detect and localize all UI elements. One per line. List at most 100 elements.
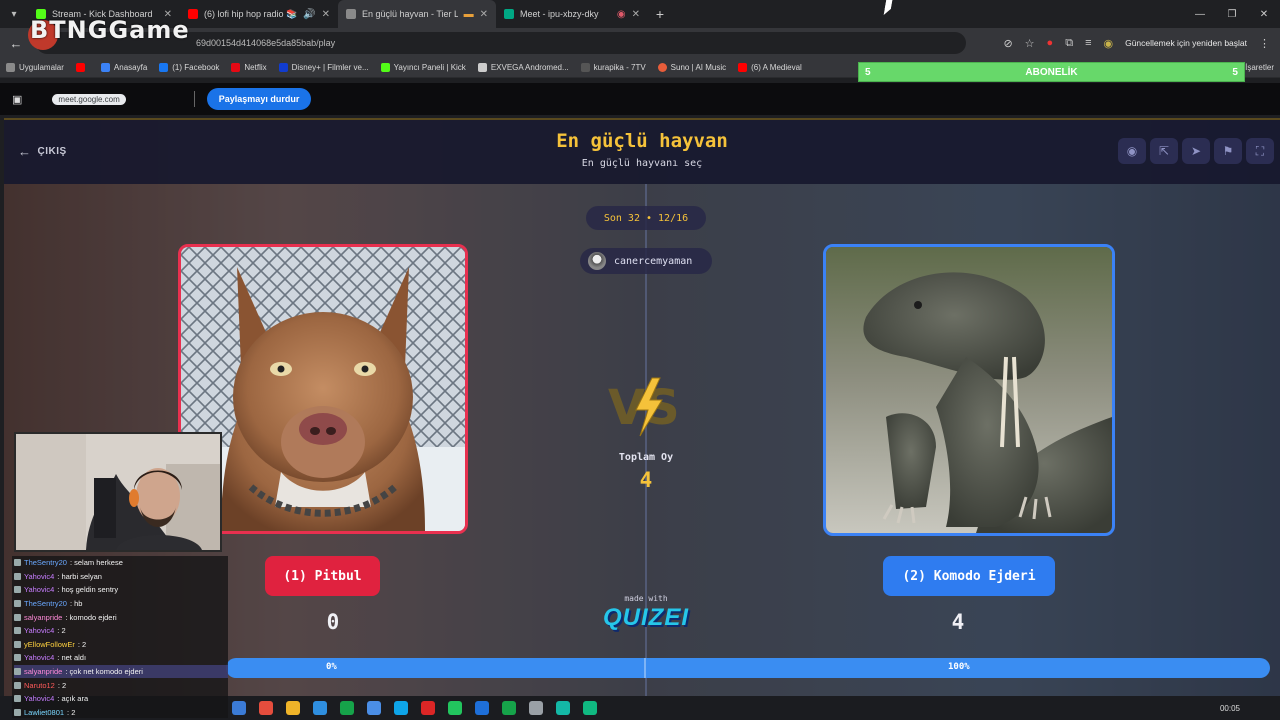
close-tab-icon[interactable]: ✕	[632, 9, 640, 20]
media-icon[interactable]: ≡	[1085, 37, 1091, 49]
close-window-icon[interactable]: ✕	[1248, 0, 1280, 28]
chat-badge-icon	[14, 586, 21, 594]
pitbull-image	[181, 247, 465, 531]
fullscreen-icon[interactable]: ⛶	[1246, 138, 1274, 164]
taskbar-app-icon[interactable]	[259, 701, 273, 715]
eye-icon[interactable]: ◉	[1118, 138, 1146, 164]
option-2-image-card[interactable]	[823, 244, 1115, 536]
minimize-icon[interactable]: —	[1184, 0, 1216, 28]
total-votes-label: Toplam Oy	[618, 452, 674, 463]
chat-username: Yahovic4	[24, 585, 55, 595]
tab-meet[interactable]: Meet - ipu-xbzy-dky ◉ ✕	[496, 0, 648, 28]
option-2-percent: 100%	[948, 662, 970, 672]
taskbar-app-icon[interactable]	[583, 701, 597, 715]
taskbar-app-icon[interactable]	[502, 701, 516, 715]
home-icon	[100, 63, 110, 72]
chat-text: : hoş geldin sentry	[57, 585, 119, 595]
bookmark-label: Disney+ | Filmler ve...	[291, 63, 369, 72]
screen-share-icon: ▣	[12, 93, 23, 106]
chat-message: Lawliet0801: 2	[14, 706, 228, 720]
taskbar-app-icon[interactable]	[394, 701, 408, 715]
bookmark-disney[interactable]: Disney+ | Filmler ve...	[273, 63, 375, 72]
flag-icon[interactable]: ⚑	[1214, 138, 1242, 164]
divider	[193, 91, 195, 107]
option-1-button[interactable]: (1) Pitbul	[265, 556, 380, 596]
taskbar-app-icon[interactable]	[556, 701, 570, 715]
chat-badge-icon	[14, 600, 21, 608]
bookmark-label: kurapika - 7TV	[593, 63, 646, 72]
taskbar-app-icon[interactable]	[313, 701, 327, 715]
chat-message: Yahovic4: harbi selyan	[14, 570, 228, 584]
taskbar-app-icon[interactable]	[475, 701, 489, 715]
taskbar-app-icon[interactable]	[529, 701, 543, 715]
chat-username: Yahovic4	[24, 626, 55, 636]
tab-search-icon[interactable]: ▾	[0, 0, 28, 28]
chat-username: TheSentry20	[24, 558, 67, 568]
stream-chat: TheSentry20: selam herkese Yahovic4: harb…	[12, 556, 228, 718]
bookmark-youtube[interactable]	[70, 63, 95, 72]
progress-midline	[644, 658, 646, 678]
chat-badge-icon	[14, 640, 21, 648]
chat-message: salyanpride: komodo ejderi	[14, 610, 228, 624]
close-tab-icon[interactable]: ✕	[322, 9, 330, 20]
profile-avatar[interactable]: ◉	[1103, 37, 1113, 50]
puzzle-icon[interactable]: ⧉	[1065, 37, 1073, 50]
update-button[interactable]: Güncellemek için yeniden başlat	[1125, 38, 1247, 48]
komodo-dragon-image	[826, 247, 1112, 533]
chat-text: : net aldı	[57, 653, 87, 663]
bookmark-exvega[interactable]: EXVEGA Andromed...	[472, 63, 575, 72]
taskbar-app-icon[interactable]	[421, 701, 435, 715]
stream-logo: BTNGGame	[30, 16, 190, 44]
tab-title: (6) lofi hip hop radio 📚 be	[204, 8, 298, 19]
bookmark-apps[interactable]: Uygulamalar	[0, 63, 70, 72]
chat-message: Yahovic4: hoş geldin sentry	[14, 583, 228, 597]
bookmark-7tv[interactable]: kurapika - 7TV	[575, 63, 652, 72]
user-avatar	[588, 252, 606, 270]
send-icon[interactable]: ➤	[1182, 138, 1210, 164]
bookmark-facebook[interactable]: (1) Facebook	[153, 63, 225, 72]
tab-lofi-radio[interactable]: (6) lofi hip hop radio 📚 be 🔊 ✕	[180, 0, 338, 28]
new-tab-button[interactable]: +	[648, 6, 672, 22]
header-actions: ◉ ⇱ ➤ ⚑ ⛶	[1118, 138, 1274, 164]
bookmark-home[interactable]: Anasayfa	[95, 63, 153, 72]
chat-text: : 2	[57, 626, 66, 636]
chat-username: salyanpride	[24, 612, 63, 622]
option-1-percent: 0%	[326, 662, 337, 672]
taskbar-app-icon[interactable]	[340, 701, 354, 715]
option-2-button[interactable]: (2) Komodo Ejderi	[883, 556, 1055, 596]
menu-icon[interactable]: ⋮	[1259, 37, 1270, 50]
7tv-icon	[580, 63, 590, 72]
extension-icon[interactable]: ●	[1047, 37, 1054, 49]
chat-message: TheSentry20: hb	[14, 597, 228, 611]
taskbar-app-icon[interactable]	[367, 701, 381, 715]
chat-badge-icon	[14, 572, 21, 580]
quiz-title: En güçlü hayvan	[556, 130, 728, 152]
quizei-logo[interactable]: QUIZEI	[574, 604, 718, 632]
bookmark-kick[interactable]: Yayıncı Paneli | Kick	[375, 63, 472, 72]
chat-message: Naruto12: 2	[14, 678, 228, 692]
chat-text: : 2	[67, 707, 76, 717]
bookmark-netflix[interactable]: Netflix	[225, 63, 272, 72]
quiz-header: ← ÇIKIŞ En güçlü hayvan En güçlü hayvanı…	[4, 120, 1280, 184]
eye-off-icon[interactable]: ⊘	[1003, 37, 1012, 50]
taskbar-app-icon[interactable]	[232, 701, 246, 715]
restore-icon[interactable]: ❐	[1216, 0, 1248, 28]
tab-quiz[interactable]: En güçlü hayvan - Tier List, ▬ ✕	[338, 0, 496, 28]
chat-text: : açık ara	[57, 694, 89, 704]
taskbar-apps	[232, 701, 597, 715]
share-icon[interactable]: ⇱	[1150, 138, 1178, 164]
star-icon[interactable]: ☆	[1025, 37, 1035, 50]
bookmark-medieval[interactable]: (6) A Medieval	[732, 63, 808, 72]
taskbar-app-icon[interactable]	[286, 701, 300, 715]
audio-icon[interactable]: 🔊	[303, 9, 315, 20]
close-tab-icon[interactable]: ✕	[480, 9, 488, 20]
youtube-icon	[75, 63, 85, 72]
back-icon[interactable]: ←	[4, 36, 28, 51]
chat-text: : selam herkese	[69, 558, 123, 568]
streamer-camera-image	[16, 434, 220, 550]
subscription-goal-bar: 5 ABONELİK 5	[858, 62, 1245, 82]
taskbar-app-icon[interactable]	[448, 701, 462, 715]
sub-goal-target: 5	[1232, 66, 1238, 78]
stop-sharing-button[interactable]: Paylaşmayı durdur	[206, 88, 312, 110]
bookmark-suno[interactable]: Suno | AI Music	[652, 63, 732, 72]
